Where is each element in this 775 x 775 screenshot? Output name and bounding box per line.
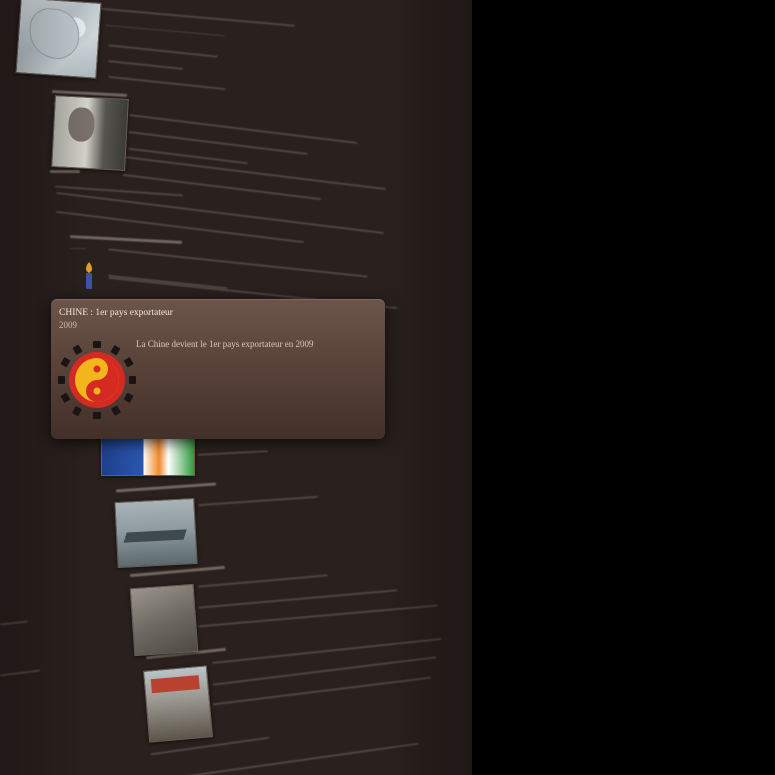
event-card[interactable]: CHINE : 1er pays exportateur 2009 La Chi…: [51, 299, 385, 439]
entry-text-line: [198, 589, 398, 609]
entry-text-line: [171, 742, 419, 775]
entry-text-line: [122, 155, 387, 191]
entry-text-line: [128, 147, 248, 165]
entry-text-line: [0, 620, 29, 626]
event-year: 2009: [59, 320, 77, 330]
entry-heading-line: [116, 482, 216, 493]
entry-text-line: [0, 669, 40, 677]
entry-text-line: [95, 7, 295, 27]
entry-text-line: [197, 450, 269, 456]
entry-text-line: [128, 113, 358, 145]
entry-heading-line: [69, 235, 183, 244]
entry-text-line: [198, 604, 438, 628]
portrait-thumbnail-icon[interactable]: [51, 95, 129, 171]
yin-yang-emblem-icon: [58, 341, 136, 419]
aircraft-carrier-thumbnail-icon[interactable]: [114, 497, 198, 569]
flag-banner-thumbnail-icon[interactable]: [101, 437, 195, 476]
entry-heading-line: [130, 565, 225, 578]
entry-text-line: [108, 248, 368, 278]
entry-year-line: [70, 248, 86, 249]
timeline-screen: CHINE : 1er pays exportateur 2009 La Chi…: [0, 0, 775, 775]
entry-text-line: [56, 191, 384, 235]
timeline-panel[interactable]: CHINE : 1er pays exportateur 2009 La Chi…: [0, 0, 472, 775]
torch-icon[interactable]: [80, 260, 98, 292]
entry-text-line: [198, 495, 318, 507]
entry-text-line: [108, 75, 226, 91]
entry-year-line: [50, 170, 80, 173]
map-thumbnail-icon[interactable]: [15, 0, 102, 79]
crowd-thumbnail-icon[interactable]: [129, 583, 199, 657]
empty-background: [472, 0, 775, 775]
event-description: La Chine devient le 1er pays exportateur…: [136, 339, 314, 349]
entry-text-line: [108, 60, 183, 70]
event-title: CHINE : 1er pays exportateur: [59, 308, 173, 318]
entry-text-line: [198, 574, 328, 588]
street-protest-thumbnail-icon[interactable]: [142, 665, 214, 743]
entry-text-line: [108, 44, 218, 58]
entry-text-line: [105, 24, 225, 37]
